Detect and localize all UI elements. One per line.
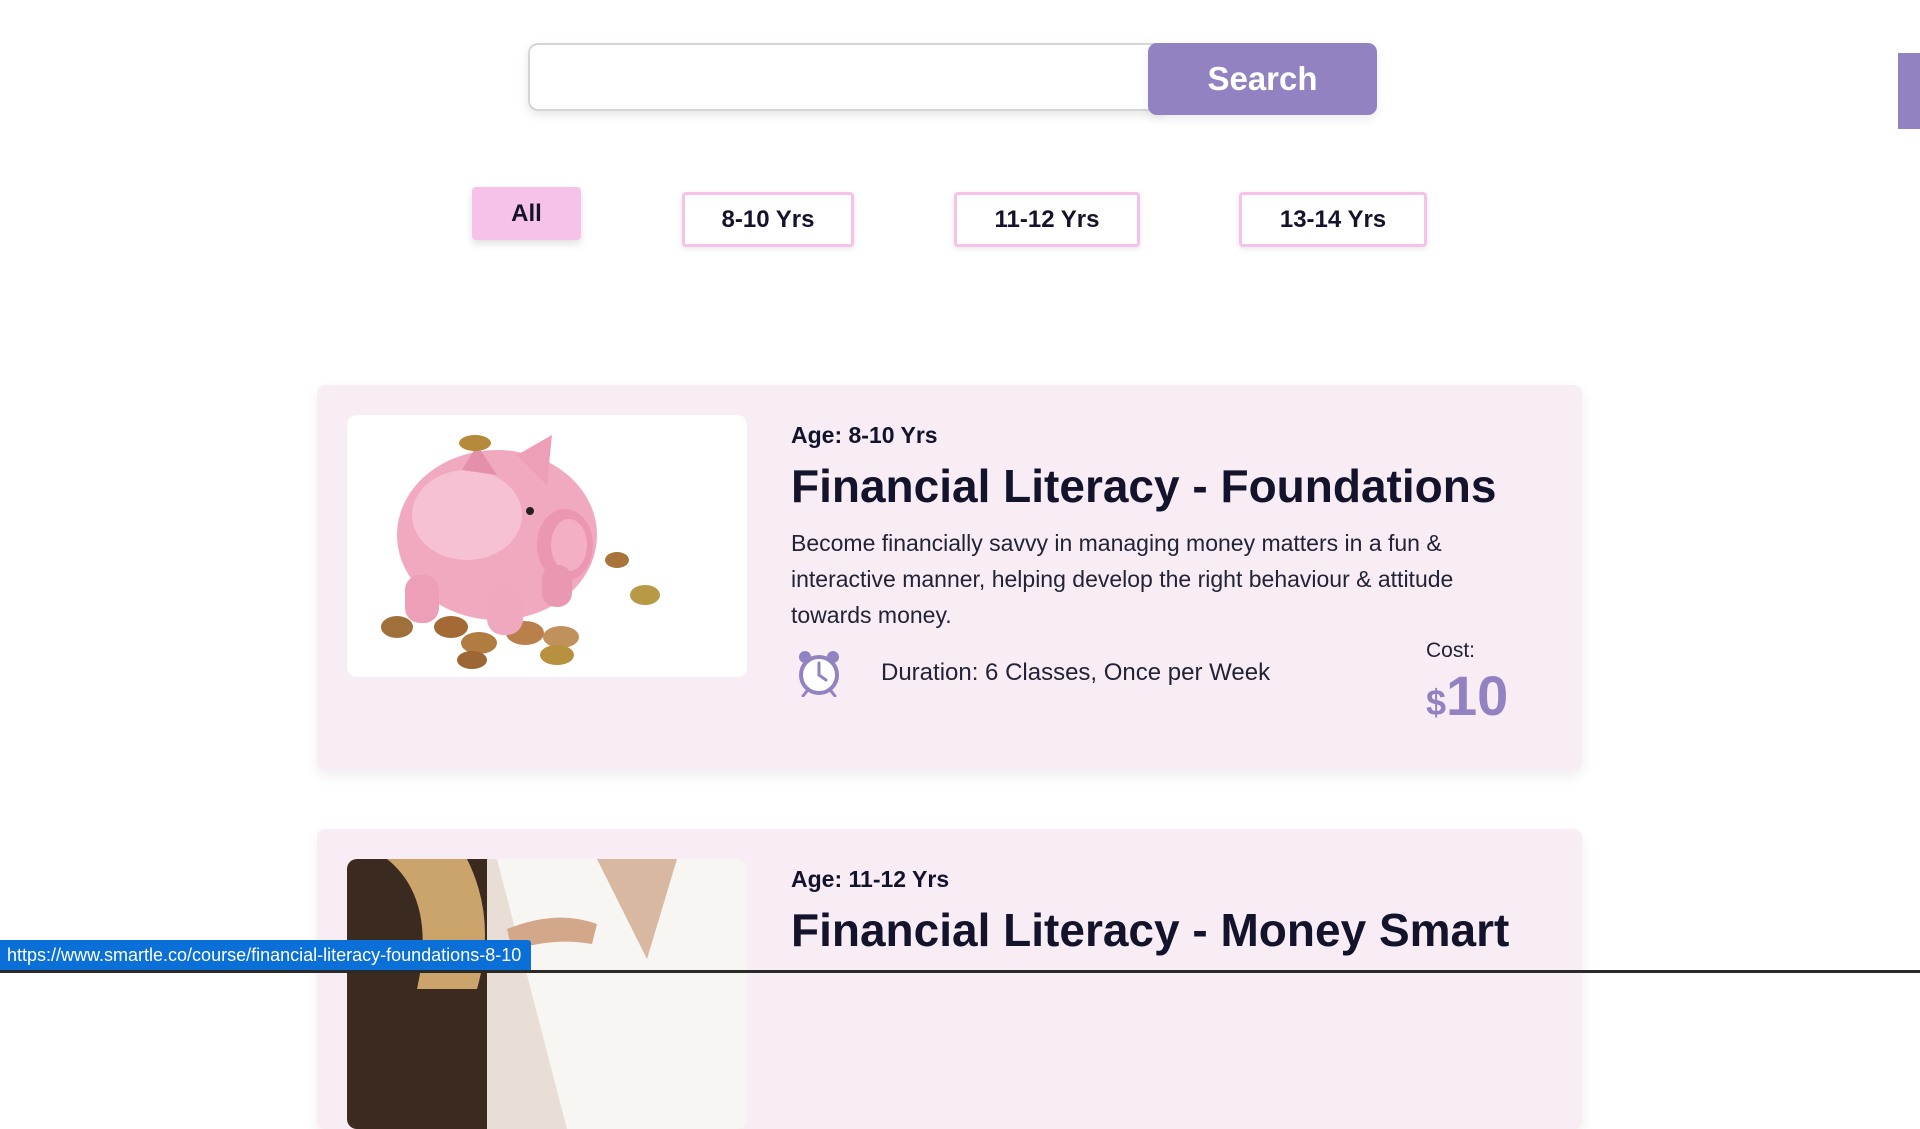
- search-bar: Search: [528, 43, 1378, 115]
- cost-label: Cost:: [1426, 639, 1476, 662]
- course-image-money[interactable]: [347, 859, 747, 1129]
- price-amount: 10: [1446, 664, 1509, 727]
- side-tab[interactable]: [1898, 53, 1920, 129]
- search-input[interactable]: [528, 43, 1168, 111]
- course-image-piggy-bank[interactable]: [347, 415, 747, 677]
- course-age: Age: 11-12 Yrs: [791, 866, 950, 892]
- filter-8-10-yrs[interactable]: 8-10 Yrs: [682, 192, 854, 247]
- search-button[interactable]: Search: [1148, 43, 1377, 115]
- filter-all[interactable]: All: [472, 187, 581, 240]
- price-currency: $: [1426, 682, 1447, 723]
- course-photo: [347, 859, 747, 1129]
- course-description: Become financially savvy in managing mon…: [791, 530, 1454, 628]
- filter-11-12-yrs[interactable]: 11-12 Yrs: [954, 192, 1140, 247]
- course-age: Age: 8-10 Yrs: [791, 422, 938, 448]
- filter-13-14-yrs[interactable]: 13-14 Yrs: [1239, 192, 1427, 247]
- course-card[interactable]: Age: 11-12 Yrs Financial Literacy - Mone…: [317, 829, 1582, 1129]
- piggy-bank-illustration: [347, 415, 747, 677]
- course-price: $10: [1426, 663, 1508, 728]
- link-status-bar: https://www.smartle.co/course/financial-…: [0, 940, 532, 970]
- course-title[interactable]: Financial Literacy - Money Smart: [791, 903, 1509, 957]
- course-card[interactable]: Age: 8-10 Yrs Financial Literacy - Found…: [317, 385, 1582, 770]
- course-duration: Duration: 6 Classes, Once per Week: [881, 659, 1271, 686]
- course-title[interactable]: Financial Literacy - Foundations: [791, 459, 1496, 513]
- alarm-clock-icon: [795, 649, 843, 698]
